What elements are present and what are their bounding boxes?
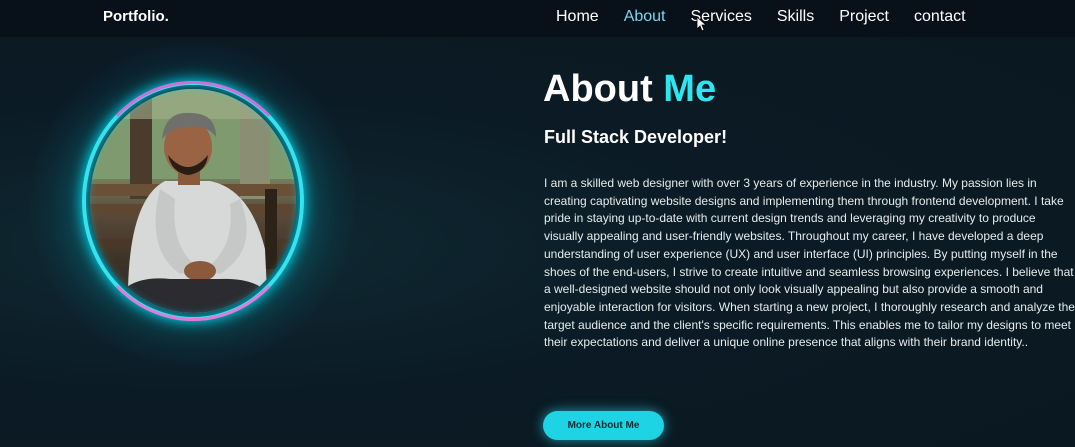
about-bio: I am a skilled web designer with over 3 …	[544, 176, 1075, 350]
nav-link-contact[interactable]: contact	[914, 8, 966, 26]
about-title-accent: Me	[663, 68, 717, 110]
nav-links: Home About Services Skills Project conta…	[556, 8, 991, 26]
nav-link-home[interactable]: Home	[556, 8, 599, 26]
about-title-main: About	[543, 68, 653, 110]
profile-image-frame	[30, 41, 356, 367]
nav-link-skills[interactable]: Skills	[777, 8, 814, 26]
more-about-me-button[interactable]: More About Me	[543, 411, 664, 440]
about-subtitle: Full Stack Developer!	[544, 127, 728, 147]
profile-ring-accent	[82, 81, 304, 321]
nav-link-about[interactable]: About	[624, 8, 666, 26]
logo[interactable]: Portfolio.	[103, 8, 169, 25]
mouse-cursor-icon	[696, 16, 706, 32]
navbar: Portfolio. Home About Services Skills Pr…	[0, 0, 1075, 37]
about-title: About Me	[543, 68, 716, 111]
nav-link-project[interactable]: Project	[839, 8, 889, 26]
page: Portfolio. Home About Services Skills Pr…	[0, 0, 1075, 447]
